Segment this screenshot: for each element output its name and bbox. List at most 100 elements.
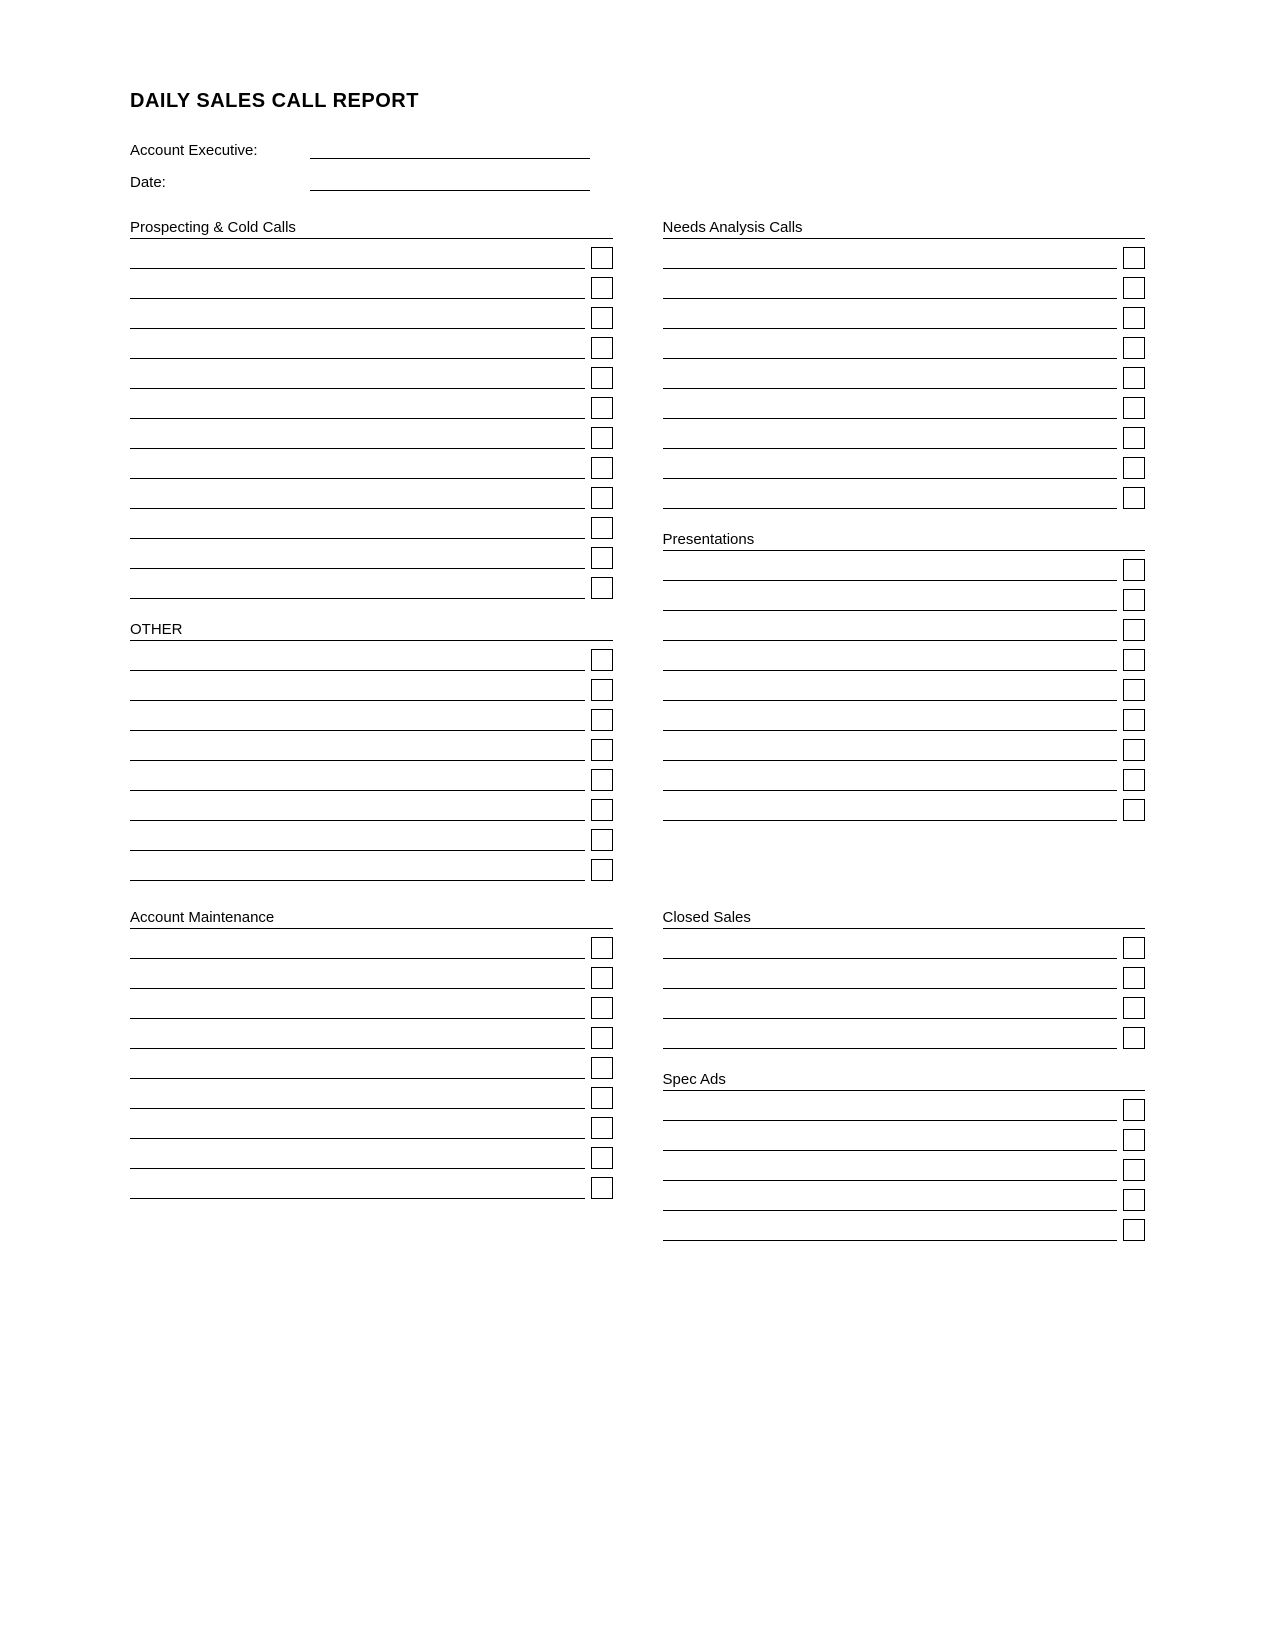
checkbox[interactable]: [591, 649, 613, 671]
needs-analysis-section: Needs Analysis Calls: [663, 219, 1146, 509]
checkbox[interactable]: [1123, 1159, 1145, 1181]
table-row: [663, 359, 1146, 389]
table-row: [663, 929, 1146, 959]
table-row: [663, 671, 1146, 701]
account-executive-input[interactable]: [310, 141, 590, 159]
checkbox[interactable]: [591, 277, 613, 299]
checkbox[interactable]: [1123, 247, 1145, 269]
checkbox[interactable]: [591, 829, 613, 851]
table-row: [130, 1079, 613, 1109]
date-label: Date:: [130, 174, 310, 191]
checkbox[interactable]: [591, 547, 613, 569]
checkbox[interactable]: [1123, 1129, 1145, 1151]
checkbox[interactable]: [591, 397, 613, 419]
checkbox[interactable]: [1123, 709, 1145, 731]
table-row: [130, 929, 613, 959]
checkbox[interactable]: [591, 307, 613, 329]
checkbox[interactable]: [591, 937, 613, 959]
checkbox[interactable]: [591, 487, 613, 509]
table-row: [130, 1019, 613, 1049]
checkbox[interactable]: [1123, 397, 1145, 419]
checkbox[interactable]: [591, 1177, 613, 1199]
checkbox[interactable]: [1123, 769, 1145, 791]
checkbox[interactable]: [1123, 1189, 1145, 1211]
checkbox[interactable]: [591, 517, 613, 539]
closed-sales-section: Closed Sales: [663, 909, 1146, 1049]
checkbox[interactable]: [591, 1087, 613, 1109]
table-row: [130, 641, 613, 671]
table-row: [130, 329, 613, 359]
table-row: [663, 701, 1146, 731]
checkbox[interactable]: [591, 1057, 613, 1079]
date-field: Date:: [130, 173, 1145, 191]
checkbox[interactable]: [591, 367, 613, 389]
closed-sales-title: Closed Sales: [663, 909, 1146, 929]
table-row: [663, 1151, 1146, 1181]
checkbox[interactable]: [1123, 1027, 1145, 1049]
checkbox[interactable]: [1123, 679, 1145, 701]
checkbox[interactable]: [1123, 967, 1145, 989]
checkbox[interactable]: [591, 769, 613, 791]
checkbox[interactable]: [591, 427, 613, 449]
checkbox[interactable]: [591, 679, 613, 701]
table-row: [130, 1049, 613, 1079]
checkbox[interactable]: [1123, 739, 1145, 761]
report-title: DAILY SALES CALL REPORT: [130, 90, 1145, 113]
table-row: [130, 479, 613, 509]
checkbox[interactable]: [591, 799, 613, 821]
checkbox[interactable]: [1123, 649, 1145, 671]
checkbox[interactable]: [1123, 277, 1145, 299]
table-row: [663, 329, 1146, 359]
spec-ads-section: Spec Ads: [663, 1071, 1146, 1241]
checkbox[interactable]: [591, 457, 613, 479]
table-row: [663, 611, 1146, 641]
account-executive-label: Account Executive:: [130, 142, 310, 159]
table-row: [663, 1211, 1146, 1241]
checkbox[interactable]: [591, 577, 613, 599]
checkbox[interactable]: [591, 967, 613, 989]
table-row: [663, 239, 1146, 269]
checkbox[interactable]: [1123, 799, 1145, 821]
bottom-right-column: Closed Sales Spec Ads: [663, 909, 1146, 1241]
checkbox[interactable]: [1123, 997, 1145, 1019]
other-title: OTHER: [130, 621, 613, 641]
table-row: [130, 539, 613, 569]
checkbox[interactable]: [1123, 559, 1145, 581]
checkbox[interactable]: [1123, 427, 1145, 449]
checkbox[interactable]: [591, 1147, 613, 1169]
checkbox[interactable]: [591, 709, 613, 731]
table-row: [663, 959, 1146, 989]
checkbox[interactable]: [1123, 337, 1145, 359]
date-input[interactable]: [310, 173, 590, 191]
table-row: [663, 761, 1146, 791]
table-row: [130, 791, 613, 821]
table-row: [130, 821, 613, 851]
checkbox[interactable]: [1123, 619, 1145, 641]
prospecting-section: Prospecting & Cold Calls: [130, 219, 613, 599]
table-row: [663, 1019, 1146, 1049]
checkbox[interactable]: [591, 337, 613, 359]
right-column: Needs Analysis Calls Presentations: [663, 219, 1146, 881]
table-row: [663, 269, 1146, 299]
table-row: [130, 1139, 613, 1169]
checkbox[interactable]: [591, 997, 613, 1019]
checkbox[interactable]: [1123, 307, 1145, 329]
checkbox[interactable]: [1123, 1219, 1145, 1241]
table-row: [130, 239, 613, 269]
table-row: [663, 731, 1146, 761]
checkbox[interactable]: [591, 1117, 613, 1139]
checkbox[interactable]: [1123, 589, 1145, 611]
checkbox[interactable]: [1123, 367, 1145, 389]
checkbox[interactable]: [1123, 487, 1145, 509]
checkbox[interactable]: [591, 739, 613, 761]
checkbox[interactable]: [591, 1027, 613, 1049]
checkbox[interactable]: [1123, 457, 1145, 479]
table-row: [663, 989, 1146, 1019]
table-row: [130, 959, 613, 989]
checkbox[interactable]: [1123, 1099, 1145, 1121]
checkbox[interactable]: [1123, 937, 1145, 959]
checkbox[interactable]: [591, 247, 613, 269]
table-row: [663, 479, 1146, 509]
account-maintenance-section: Account Maintenance: [130, 909, 613, 1241]
checkbox[interactable]: [591, 859, 613, 881]
